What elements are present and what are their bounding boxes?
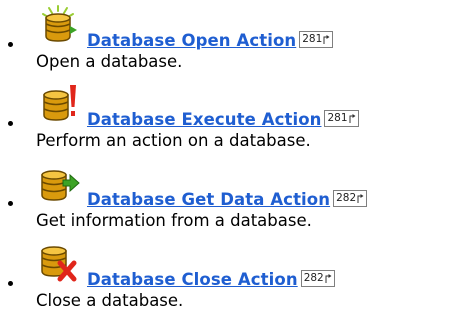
list-item: Database Get Data Action 282 Get informat…: [0, 163, 458, 233]
bullet: [8, 281, 13, 286]
page-number: 281: [302, 33, 323, 45]
bullet: [8, 42, 13, 47]
database-open-action-link[interactable]: Database Open Action: [87, 31, 296, 50]
database-execute-action-link[interactable]: Database Execute Action: [87, 110, 321, 129]
database-close-icon: [41, 246, 77, 282]
item-description: Get information from a database.: [36, 211, 312, 230]
action-list: Database Open Action 281 Open a database.…: [0, 0, 458, 323]
page-number: 282: [336, 192, 357, 204]
item-description: Perform an action on a database.: [36, 131, 311, 150]
item-description: Close a database.: [36, 291, 184, 310]
list-item: Database Open Action 281 Open a database.: [0, 4, 458, 74]
page-reference[interactable]: 281: [324, 110, 359, 127]
item-title-line: Database Open Action 281: [87, 30, 334, 50]
database-get-data-action-link[interactable]: Database Get Data Action: [87, 190, 330, 209]
page-reference-arrow-icon: [323, 35, 330, 44]
page-reference-arrow-icon: [349, 114, 356, 123]
database-open-icon: [42, 5, 77, 42]
item-description: Open a database.: [36, 52, 183, 71]
database-execute-icon: [43, 85, 76, 121]
page-reference[interactable]: 282: [333, 190, 368, 207]
page-reference[interactable]: 281: [299, 31, 334, 48]
item-title-line: Database Close Action 282: [87, 269, 335, 289]
page-reference-arrow-icon: [325, 274, 332, 283]
database-close-action-link[interactable]: Database Close Action: [87, 270, 298, 289]
database-get-data-icon: [41, 170, 80, 201]
bullet: [8, 201, 13, 206]
page-number: 282: [303, 272, 324, 284]
list-item: Database Execute Action 281 Perform an ac…: [0, 83, 458, 153]
page-number: 281: [327, 112, 348, 124]
page-reference-arrow-icon: [357, 194, 364, 203]
item-title-line: Database Get Data Action 282: [87, 189, 368, 209]
page-reference[interactable]: 282: [300, 270, 335, 287]
list-item: Database Close Action 282 Close a databas…: [0, 243, 458, 313]
item-title-line: Database Execute Action 281: [87, 109, 359, 129]
bullet: [8, 121, 13, 126]
